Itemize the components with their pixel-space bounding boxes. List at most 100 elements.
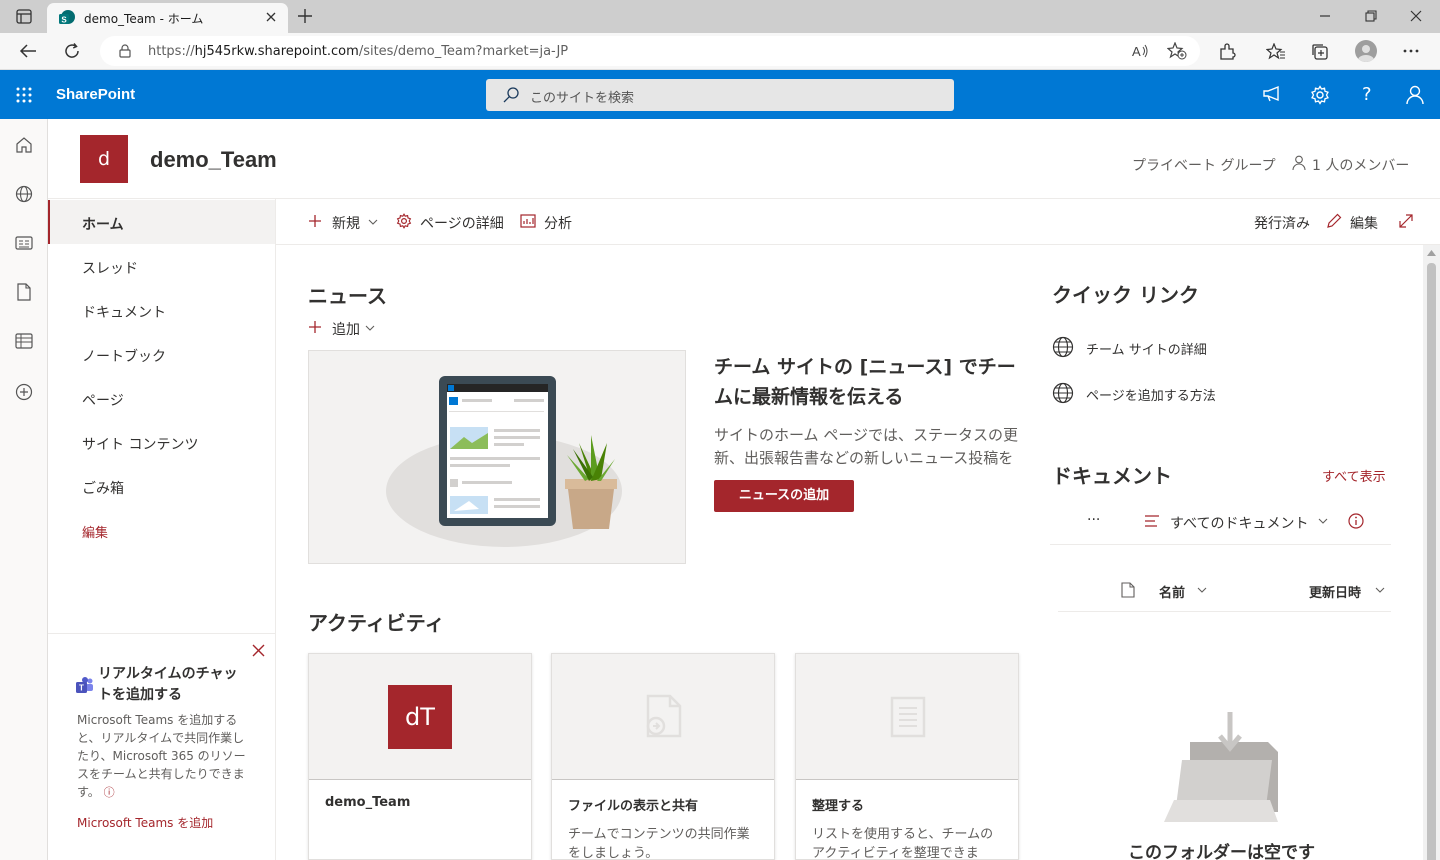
teams-promo-title: リアルタイムのチャットを追加する	[98, 666, 238, 703]
documents-heading[interactable]: ドキュメント	[1052, 460, 1172, 489]
chevron-down-icon[interactable]	[1318, 518, 1328, 524]
news-heading[interactable]: ニュース	[308, 280, 387, 309]
tab-actions-icon[interactable]	[16, 9, 32, 24]
scroll-up-arrow-icon[interactable]	[1427, 250, 1436, 256]
url-path: /sites/demo_Team?market=ja-JP	[358, 44, 569, 59]
close-tab-icon[interactable]	[265, 11, 277, 23]
site-search-box[interactable]: このサイトを検索	[486, 79, 954, 111]
nav-item-pages[interactable]: ページ	[48, 376, 275, 420]
nav-edit-link[interactable]: 編集	[48, 508, 275, 552]
nav-item-recycle-bin[interactable]: ごみ箱	[48, 464, 275, 508]
url-domain: hj545rkw.sharepoint.com	[194, 44, 359, 59]
chevron-down-icon[interactable]	[1375, 587, 1385, 593]
column-header-modified[interactable]: 更新日時	[1309, 582, 1361, 601]
add-news-command[interactable]: 追加	[332, 319, 360, 339]
add-plus-icon	[308, 320, 322, 334]
settings-gear-icon[interactable]	[1310, 85, 1330, 105]
add-favorite-icon[interactable]	[1167, 42, 1187, 60]
url-prefix: https://	[148, 44, 195, 59]
refresh-icon[interactable]	[63, 42, 81, 60]
app-launcher-icon[interactable]	[16, 87, 32, 103]
news-illustration	[308, 350, 686, 564]
nav-item-label: ノートブック	[82, 349, 166, 365]
add-teams-link[interactable]: Microsoft Teams を追加	[77, 814, 213, 831]
lock-icon[interactable]	[119, 44, 131, 58]
create-rail-icon[interactable]	[15, 383, 33, 401]
lists-rail-icon[interactable]	[15, 333, 33, 349]
news-card-body: サイトのホーム ページでは、ステータスの更新、出張報告書などの新しいニュース投稿…	[714, 426, 1019, 467]
share-file-icon	[644, 694, 684, 738]
news-card-title: チーム サイトの [ニュース] でチームに最新情報を伝える	[714, 356, 1016, 408]
edit-command[interactable]: 編集	[1350, 213, 1378, 233]
nav-item-notebook[interactable]: ノートブック	[48, 332, 275, 376]
browser-tab-active[interactable]: S demo_Team - ホーム	[47, 3, 288, 33]
empty-folder-icon	[1160, 712, 1282, 824]
sites-globe-rail-icon[interactable]	[15, 185, 33, 203]
chevron-down-icon[interactable]	[1197, 587, 1207, 593]
activity-heading: アクティビティ	[308, 611, 445, 635]
activity-card-site[interactable]: dT demo_Team	[308, 653, 532, 860]
svg-text:T: T	[79, 684, 84, 693]
favorites-icon[interactable]	[1266, 43, 1286, 61]
quick-link-label: ページを追加する方法	[1086, 389, 1216, 404]
chevron-down-icon[interactable]	[368, 219, 378, 225]
search-icon	[503, 87, 519, 103]
activity-card-organize[interactable]: 整理する リストを使用すると、チームのアクティビティを整理できます。	[795, 653, 1019, 860]
activity-card-files[interactable]: ファイルの表示と共有 チームでコンテンツの共同作業をしましょう。	[551, 653, 775, 860]
card-title: ファイルの表示と共有	[568, 799, 699, 814]
teams-promo-body-text: Microsoft Teams を追加すると、リアルタイムで共同作業したり、Mi…	[77, 713, 246, 799]
news-rail-icon[interactable]	[15, 235, 33, 251]
profile-avatar[interactable]	[1355, 40, 1377, 62]
minimize-icon[interactable]	[1319, 10, 1331, 22]
sharepoint-brand[interactable]: SharePoint	[56, 86, 135, 103]
nav-item-label: ドキュメント	[82, 305, 166, 321]
file-type-icon	[1121, 582, 1135, 598]
add-news-button[interactable]: ニュースの追加	[714, 480, 854, 512]
scrollbar-thumb[interactable]	[1427, 263, 1436, 860]
nav-item-documents[interactable]: ドキュメント	[48, 288, 275, 332]
close-promo-icon[interactable]	[252, 644, 265, 657]
members-count[interactable]: 1 人のメンバー	[1312, 155, 1409, 175]
card-description: チームでコンテンツの共同作業をしましょう。	[568, 827, 750, 860]
extensions-icon[interactable]	[1218, 43, 1236, 61]
globe-icon	[1052, 382, 1074, 404]
column-header-name[interactable]: 名前	[1159, 582, 1185, 601]
read-aloud-icon[interactable]: A	[1132, 43, 1150, 59]
new-command[interactable]: 新規	[332, 213, 360, 233]
nav-item-site-contents[interactable]: サイト コンテンツ	[48, 420, 275, 464]
card-preview	[796, 654, 1018, 780]
feedback-megaphone-icon[interactable]	[1262, 85, 1282, 103]
teams-logo-icon: T	[76, 676, 94, 694]
page-scrollbar[interactable]	[1423, 245, 1440, 860]
nav-item-threads[interactable]: スレッド	[48, 244, 275, 288]
more-options-icon[interactable]	[1403, 49, 1419, 53]
address-bar[interactable]: https://hj545rkw.sharepoint.com/sites/de…	[100, 36, 1200, 66]
info-icon[interactable]: ⓘ	[104, 786, 115, 799]
home-rail-icon[interactable]	[15, 136, 33, 154]
chevron-down-icon[interactable]	[365, 325, 375, 331]
files-rail-icon[interactable]	[16, 283, 32, 301]
search-placeholder: このサイトを検索	[530, 91, 635, 106]
back-icon[interactable]	[19, 43, 37, 59]
collections-icon[interactable]	[1311, 43, 1329, 61]
page-details-command[interactable]: ページの詳細	[420, 213, 504, 233]
restore-icon[interactable]	[1365, 10, 1377, 22]
privacy-label: プライベート グループ	[1132, 158, 1276, 174]
site-title[interactable]: demo_Team	[150, 147, 277, 173]
window-close-icon[interactable]	[1410, 10, 1422, 22]
view-selector[interactable]: すべてのドキュメント	[1170, 513, 1308, 533]
expand-icon[interactable]	[1399, 214, 1413, 228]
svg-text:S: S	[61, 16, 67, 25]
new-tab-icon[interactable]	[297, 8, 313, 24]
card-title: 整理する	[812, 799, 865, 814]
account-icon[interactable]	[1406, 85, 1424, 105]
analytics-command[interactable]: 分析	[544, 213, 572, 233]
see-all-link[interactable]: すべて表示	[1322, 466, 1386, 485]
help-icon[interactable]: ?	[1362, 84, 1372, 105]
info-circle-icon[interactable]	[1348, 513, 1364, 529]
more-actions-button[interactable]: ···	[1087, 512, 1100, 528]
site-logo[interactable]: d	[80, 135, 128, 183]
column-header-divider	[1058, 611, 1391, 612]
nav-item-home[interactable]: ホーム	[48, 200, 275, 244]
sharepoint-favicon-icon: S	[59, 10, 75, 26]
